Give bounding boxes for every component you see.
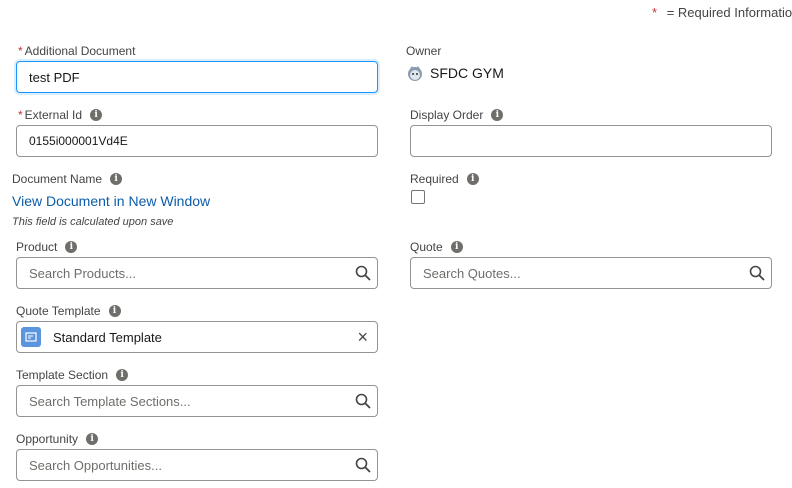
required-info-text: = Required Information	[666, 5, 792, 20]
external-id-label: * External Id i	[18, 108, 103, 122]
owner-avatar-icon	[408, 66, 422, 81]
search-icon[interactable]	[355, 265, 371, 281]
quote-placeholder: Search Quotes...	[423, 265, 521, 281]
quote-info-icon[interactable]: i	[450, 241, 463, 253]
product-label: Product i	[16, 240, 78, 254]
clear-selection-icon[interactable]: ×	[357, 327, 368, 348]
additional-document-label: * Additional Document	[18, 44, 136, 58]
search-icon[interactable]	[749, 265, 765, 281]
quote-template-label: Quote Template i	[16, 304, 121, 318]
opportunity-search-input[interactable]: Search Opportunities...	[16, 449, 378, 481]
document-name-label: Document Name i	[12, 172, 123, 186]
document-name-info-icon[interactable]: i	[110, 173, 123, 185]
opportunity-info-icon[interactable]: i	[86, 433, 99, 445]
required-info-icon[interactable]: i	[466, 173, 479, 185]
search-icon[interactable]	[355, 393, 371, 409]
quote-template-value: Standard Template	[53, 329, 162, 345]
opportunity-label: Opportunity i	[16, 432, 99, 446]
template-glyph-icon	[25, 332, 37, 342]
product-placeholder: Search Products...	[29, 265, 136, 281]
required-star: *	[18, 44, 23, 58]
product-info-icon[interactable]: i	[65, 241, 78, 253]
required-checkbox[interactable]	[411, 190, 425, 204]
required-label: Required i	[410, 172, 479, 186]
quote-template-info-icon[interactable]: i	[108, 305, 121, 317]
opportunity-placeholder: Search Opportunities...	[29, 457, 162, 473]
template-section-placeholder: Search Template Sections...	[29, 393, 191, 409]
required-star: *	[652, 5, 658, 20]
external-id-value: 0155i000001Vd4E	[29, 134, 128, 148]
external-id-field[interactable]: 0155i000001Vd4E	[16, 125, 378, 157]
owner-label: Owner	[406, 44, 442, 58]
view-document-link[interactable]: View Document in New Window	[12, 193, 210, 209]
template-section-search-input[interactable]: Search Template Sections...	[16, 385, 378, 417]
calculated-note: This field is calculated upon save	[12, 216, 174, 228]
quote-template-field[interactable]: Standard Template ×	[16, 321, 378, 353]
additional-document-value: test PDF	[29, 69, 80, 85]
search-icon[interactable]	[355, 457, 371, 473]
template-section-info-icon[interactable]: i	[116, 369, 129, 381]
additional-document-field[interactable]: test PDF	[16, 61, 378, 93]
required-info-note: * = Required Information	[652, 5, 792, 20]
product-search-input[interactable]: Search Products...	[16, 257, 378, 289]
owner-name[interactable]: SFDC GYM	[430, 65, 504, 81]
display-order-field[interactable]	[410, 125, 772, 157]
quote-search-input[interactable]: Search Quotes...	[410, 257, 772, 289]
template-section-label: Template Section i	[16, 368, 129, 382]
template-icon	[21, 327, 41, 347]
quote-label: Quote i	[410, 240, 463, 254]
owner-field: SFDC GYM	[406, 64, 504, 82]
external-id-info-icon[interactable]: i	[90, 109, 103, 121]
display-order-info-icon[interactable]: i	[491, 109, 504, 121]
required-star: *	[18, 108, 23, 122]
display-order-label: Display Order i	[410, 108, 504, 122]
